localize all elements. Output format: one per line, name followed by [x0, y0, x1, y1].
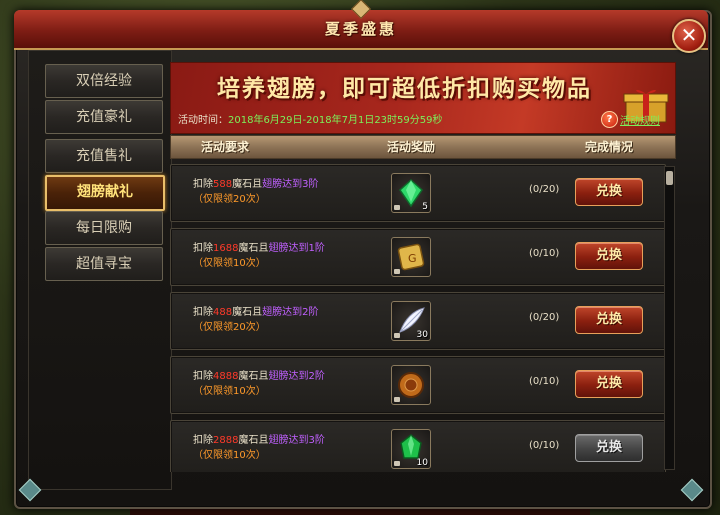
sidebar-item-double-exp[interactable]: 双倍经验 — [45, 64, 163, 98]
req-limit: （仅限领10次） — [193, 450, 266, 461]
banner-headline: 培养翅膀，即可超低折扣购买物品 — [217, 75, 592, 102]
header-requirement: 活动要求 — [201, 140, 250, 154]
progress-count: (0/20) — [529, 312, 560, 323]
reward-list: 扣除588魔石且翅膀达到3阶 （仅限领20次） 5 (0/20) 兑换 扣除16… — [170, 160, 674, 472]
header-reward: 活动奖励 — [387, 140, 436, 154]
req-currency: 魔石且 — [238, 243, 269, 254]
lock-icon — [394, 269, 400, 274]
event-time: 活动时间：2018年6月29日-2018年7月1日23时59分59秒 — [178, 111, 443, 126]
req-cost: 1688 — [213, 243, 239, 254]
progress-count: (0/20) — [529, 184, 560, 195]
sidebar-item-wing-gift[interactable]: 翅膀献礼 — [45, 175, 165, 211]
req-cost: 488 — [213, 307, 233, 318]
sidebar-item-recharge-sale[interactable]: 充值售礼 — [45, 139, 163, 173]
req-prefix: 扣除 — [193, 243, 213, 254]
requirement-text: 扣除488魔石且翅膀达到2阶 （仅限领20次） — [193, 305, 318, 335]
req-limit: （仅限领20次） — [193, 194, 266, 205]
req-wing-level: 翅膀达到3阶 — [262, 179, 319, 190]
reward-item-slot[interactable] — [391, 365, 431, 405]
req-prefix: 扣除 — [193, 179, 213, 190]
req-wing-level: 翅膀达到2阶 — [268, 371, 325, 382]
req-wing-level: 翅膀达到1阶 — [268, 243, 325, 254]
req-wing-level: 翅膀达到3阶 — [268, 435, 325, 446]
header-status: 完成情况 — [585, 140, 634, 154]
reward-item-slot[interactable]: 10 — [391, 429, 431, 469]
table-header: 活动要求 活动奖励 完成情况 — [170, 135, 676, 159]
event-time-value: 2018年6月29日-2018年7月1日23时59分59秒 — [228, 115, 443, 126]
req-prefix: 扣除 — [193, 371, 213, 382]
scroll-thumb[interactable] — [666, 171, 673, 185]
req-currency: 魔石且 — [232, 307, 263, 318]
lock-icon — [394, 397, 400, 402]
lock-icon — [394, 205, 400, 210]
requirement-text: 扣除4888魔石且翅膀达到2阶 （仅限领10次） — [193, 369, 325, 399]
table-row: 扣除588魔石且翅膀达到3阶 （仅限领20次） 5 (0/20) 兑换 — [170, 164, 666, 222]
table-row: 扣除488魔石且翅膀达到2阶 （仅限领20次） 30 (0/20) 兑换 — [170, 292, 666, 350]
item-count: 30 — [416, 330, 428, 340]
req-limit: （仅限领10次） — [193, 386, 266, 397]
help-icon[interactable]: ? — [601, 111, 618, 128]
sidebar-item-daily-limit[interactable]: 每日限购 — [45, 211, 163, 245]
reward-item-slot[interactable]: G — [391, 237, 431, 277]
req-cost: 588 — [213, 179, 233, 190]
req-currency: 魔石且 — [238, 435, 269, 446]
requirement-text: 扣除2888魔石且翅膀达到3阶 （仅限领10次） — [193, 433, 325, 463]
close-button[interactable]: ✕ — [672, 19, 706, 53]
redeem-button[interactable]: 兑换 — [575, 434, 643, 462]
lock-icon — [394, 333, 400, 338]
window-title: 夏季盛惠 — [324, 20, 397, 38]
req-cost: 2888 — [213, 435, 239, 446]
progress-count: (0/10) — [529, 440, 560, 451]
item-count: 10 — [416, 458, 428, 468]
svg-text:G: G — [408, 252, 417, 265]
requirement-text: 扣除588魔石且翅膀达到3阶 （仅限领20次） — [193, 177, 318, 207]
lock-icon — [394, 461, 400, 466]
event-rules-link[interactable]: 活动规则 — [620, 112, 660, 127]
table-row: 扣除4888魔石且翅膀达到2阶 （仅限领10次） (0/10) 兑换 — [170, 356, 666, 414]
event-time-label: 活动时间： — [178, 115, 228, 126]
sidebar: 双倍经验 充值豪礼 充值售礼 翅膀献礼 每日限购 超值寻宝 — [28, 50, 172, 490]
list-scrollbar[interactable] — [664, 166, 675, 470]
req-prefix: 扣除 — [193, 435, 213, 446]
req-currency: 魔石且 — [232, 179, 263, 190]
requirement-text: 扣除1688魔石且翅膀达到1阶 （仅限领10次） — [193, 241, 325, 271]
progress-count: (0/10) — [529, 376, 560, 387]
req-limit: （仅限领10次） — [193, 258, 266, 269]
progress-count: (0/10) — [529, 248, 560, 259]
req-currency: 魔石且 — [238, 371, 269, 382]
redeem-button[interactable]: 兑换 — [575, 306, 643, 334]
reward-item-slot[interactable]: 30 — [391, 301, 431, 341]
table-row: 扣除2888魔石且翅膀达到3阶 （仅限领10次） 10 (0/10) 兑换 — [170, 420, 666, 472]
redeem-button[interactable]: 兑换 — [575, 242, 643, 270]
redeem-button[interactable]: 兑换 — [575, 370, 643, 398]
req-cost: 4888 — [213, 371, 239, 382]
reward-item-slot[interactable]: 5 — [391, 173, 431, 213]
redeem-button[interactable]: 兑换 — [575, 178, 643, 206]
req-prefix: 扣除 — [193, 307, 213, 318]
item-count: 5 — [422, 202, 428, 212]
req-wing-level: 翅膀达到2阶 — [262, 307, 319, 318]
req-limit: （仅限领20次） — [193, 322, 266, 333]
table-row: 扣除1688魔石且翅膀达到1阶 （仅限领10次） G (0/10) 兑换 — [170, 228, 666, 286]
sidebar-item-treasure-hunt[interactable]: 超值寻宝 — [45, 247, 163, 281]
sidebar-item-recharge-gift[interactable]: 充值豪礼 — [45, 100, 163, 134]
